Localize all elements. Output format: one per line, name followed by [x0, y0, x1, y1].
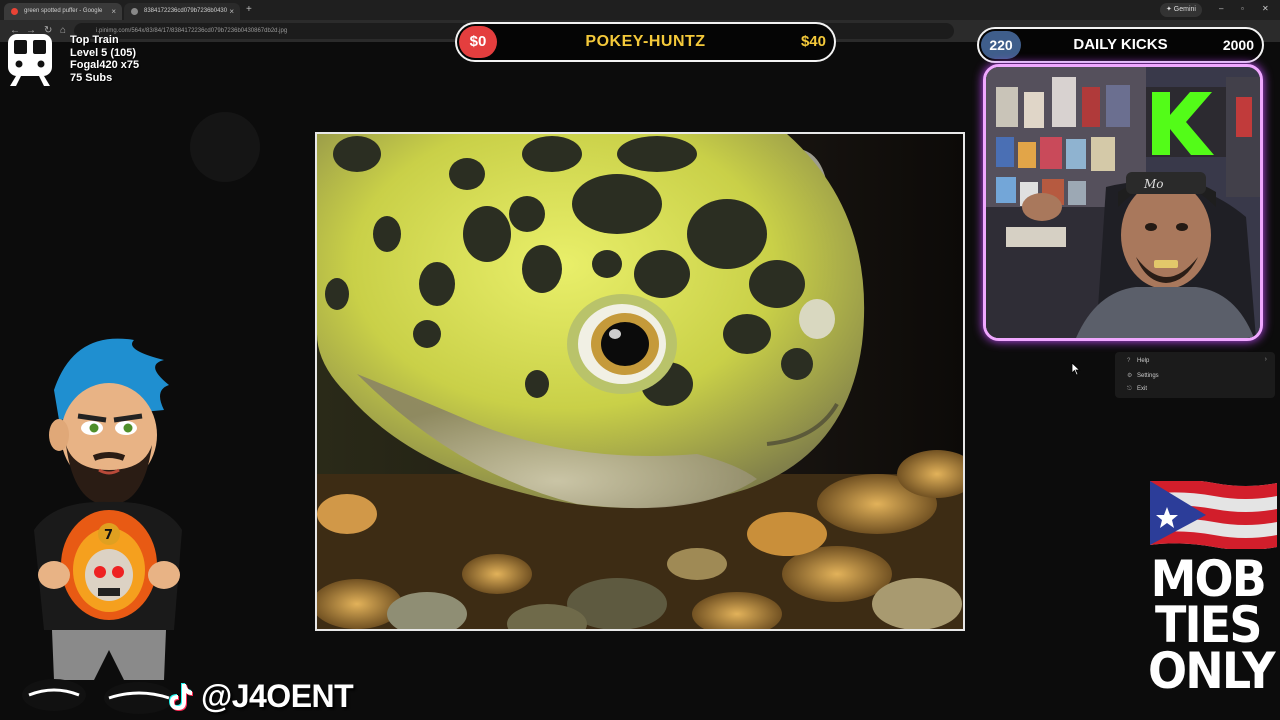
- browser-tab-image[interactable]: 8384172236cd079b7236b0430 ×: [124, 3, 240, 20]
- menu-item-settings[interactable]: ⚙ Settings: [1127, 372, 1159, 379]
- menu-item-label: Settings: [1137, 373, 1159, 379]
- browser-tab-bar: green spotted puffer - Google × 83841722…: [0, 0, 1280, 20]
- kicks-current-count: 220: [981, 31, 1021, 59]
- home-icon[interactable]: ⌂: [60, 25, 66, 36]
- kicks-title: DAILY KICKS: [1073, 36, 1168, 53]
- exit-icon: ⎋: [1127, 386, 1132, 392]
- kicks-goal-count: 2000: [1222, 37, 1254, 53]
- help-icon: ?: [1127, 358, 1131, 364]
- svg-text:7: 7: [104, 528, 113, 543]
- gear-icon: ⚙: [1127, 373, 1133, 379]
- pokey-huntz-bar: POKEY-HUNTZ $0 $40: [455, 22, 836, 62]
- train-user: Fogal420 x75: [70, 59, 140, 71]
- mouse-cursor-icon: [1071, 362, 1081, 376]
- puffer-fish-illustration: [317, 134, 963, 629]
- train-icon: [8, 34, 52, 86]
- tiktok-icon: [169, 683, 193, 711]
- globe-icon: [131, 8, 138, 15]
- pokey-current-amount: $0: [459, 26, 497, 58]
- google-icon: [11, 8, 18, 15]
- streamer-webcam-illustration: Mo: [986, 67, 1260, 338]
- menu-item-help[interactable]: ? Help: [1127, 358, 1149, 364]
- tab-title: 8384172236cd079b7236b0430: [144, 8, 228, 14]
- gemini-button[interactable]: ✦ Gemini: [1160, 3, 1202, 17]
- context-menu: ? Help › ⚙ Settings ⎋ Exit: [1115, 352, 1275, 398]
- train-level: Level 5 (105): [70, 46, 137, 59]
- close-icon[interactable]: ×: [111, 3, 116, 20]
- maximize-button[interactable]: ▫: [1241, 4, 1244, 13]
- mob-ties-only-text: MOB TIES ONLY: [1148, 554, 1276, 700]
- top-train-info: Top Train Level 5 (105) Fogal420 x75 75 …: [70, 34, 139, 84]
- chevron-right-icon: ›: [1264, 356, 1267, 363]
- puffer-fish-image: [315, 132, 965, 631]
- new-tab-button[interactable]: +: [246, 4, 252, 15]
- close-icon[interactable]: ×: [229, 3, 234, 20]
- pokey-title: POKEY-HUNTZ: [585, 33, 706, 50]
- pokey-goal-amount: $40: [800, 33, 826, 50]
- webcam-feed: Mo: [983, 64, 1263, 341]
- menu-item-exit[interactable]: ⎋ Exit: [1127, 386, 1147, 393]
- daily-kicks-bar: DAILY KICKS 220 2000: [977, 27, 1264, 63]
- train-subs: 75 Subs: [70, 71, 113, 84]
- tab-title: green spotted puffer - Google: [24, 8, 103, 14]
- puerto-rico-flag-icon: [1150, 481, 1277, 549]
- menu-item-label: Exit: [1137, 386, 1148, 392]
- menu-item-label: Help: [1137, 358, 1150, 364]
- browser-tab-google[interactable]: green spotted puffer - Google ×: [4, 3, 122, 20]
- train-title: Top Train: [70, 34, 119, 46]
- svg-text:Mo: Mo: [1143, 177, 1164, 191]
- social-handle: @J4OENT: [201, 678, 354, 714]
- faded-overlay-shape: [190, 112, 260, 182]
- mob-line: ONLY: [1148, 642, 1276, 700]
- close-window-button[interactable]: ✕: [1262, 4, 1269, 13]
- cartoon-mascot: 7: [22, 338, 182, 714]
- minimize-button[interactable]: –: [1219, 4, 1223, 13]
